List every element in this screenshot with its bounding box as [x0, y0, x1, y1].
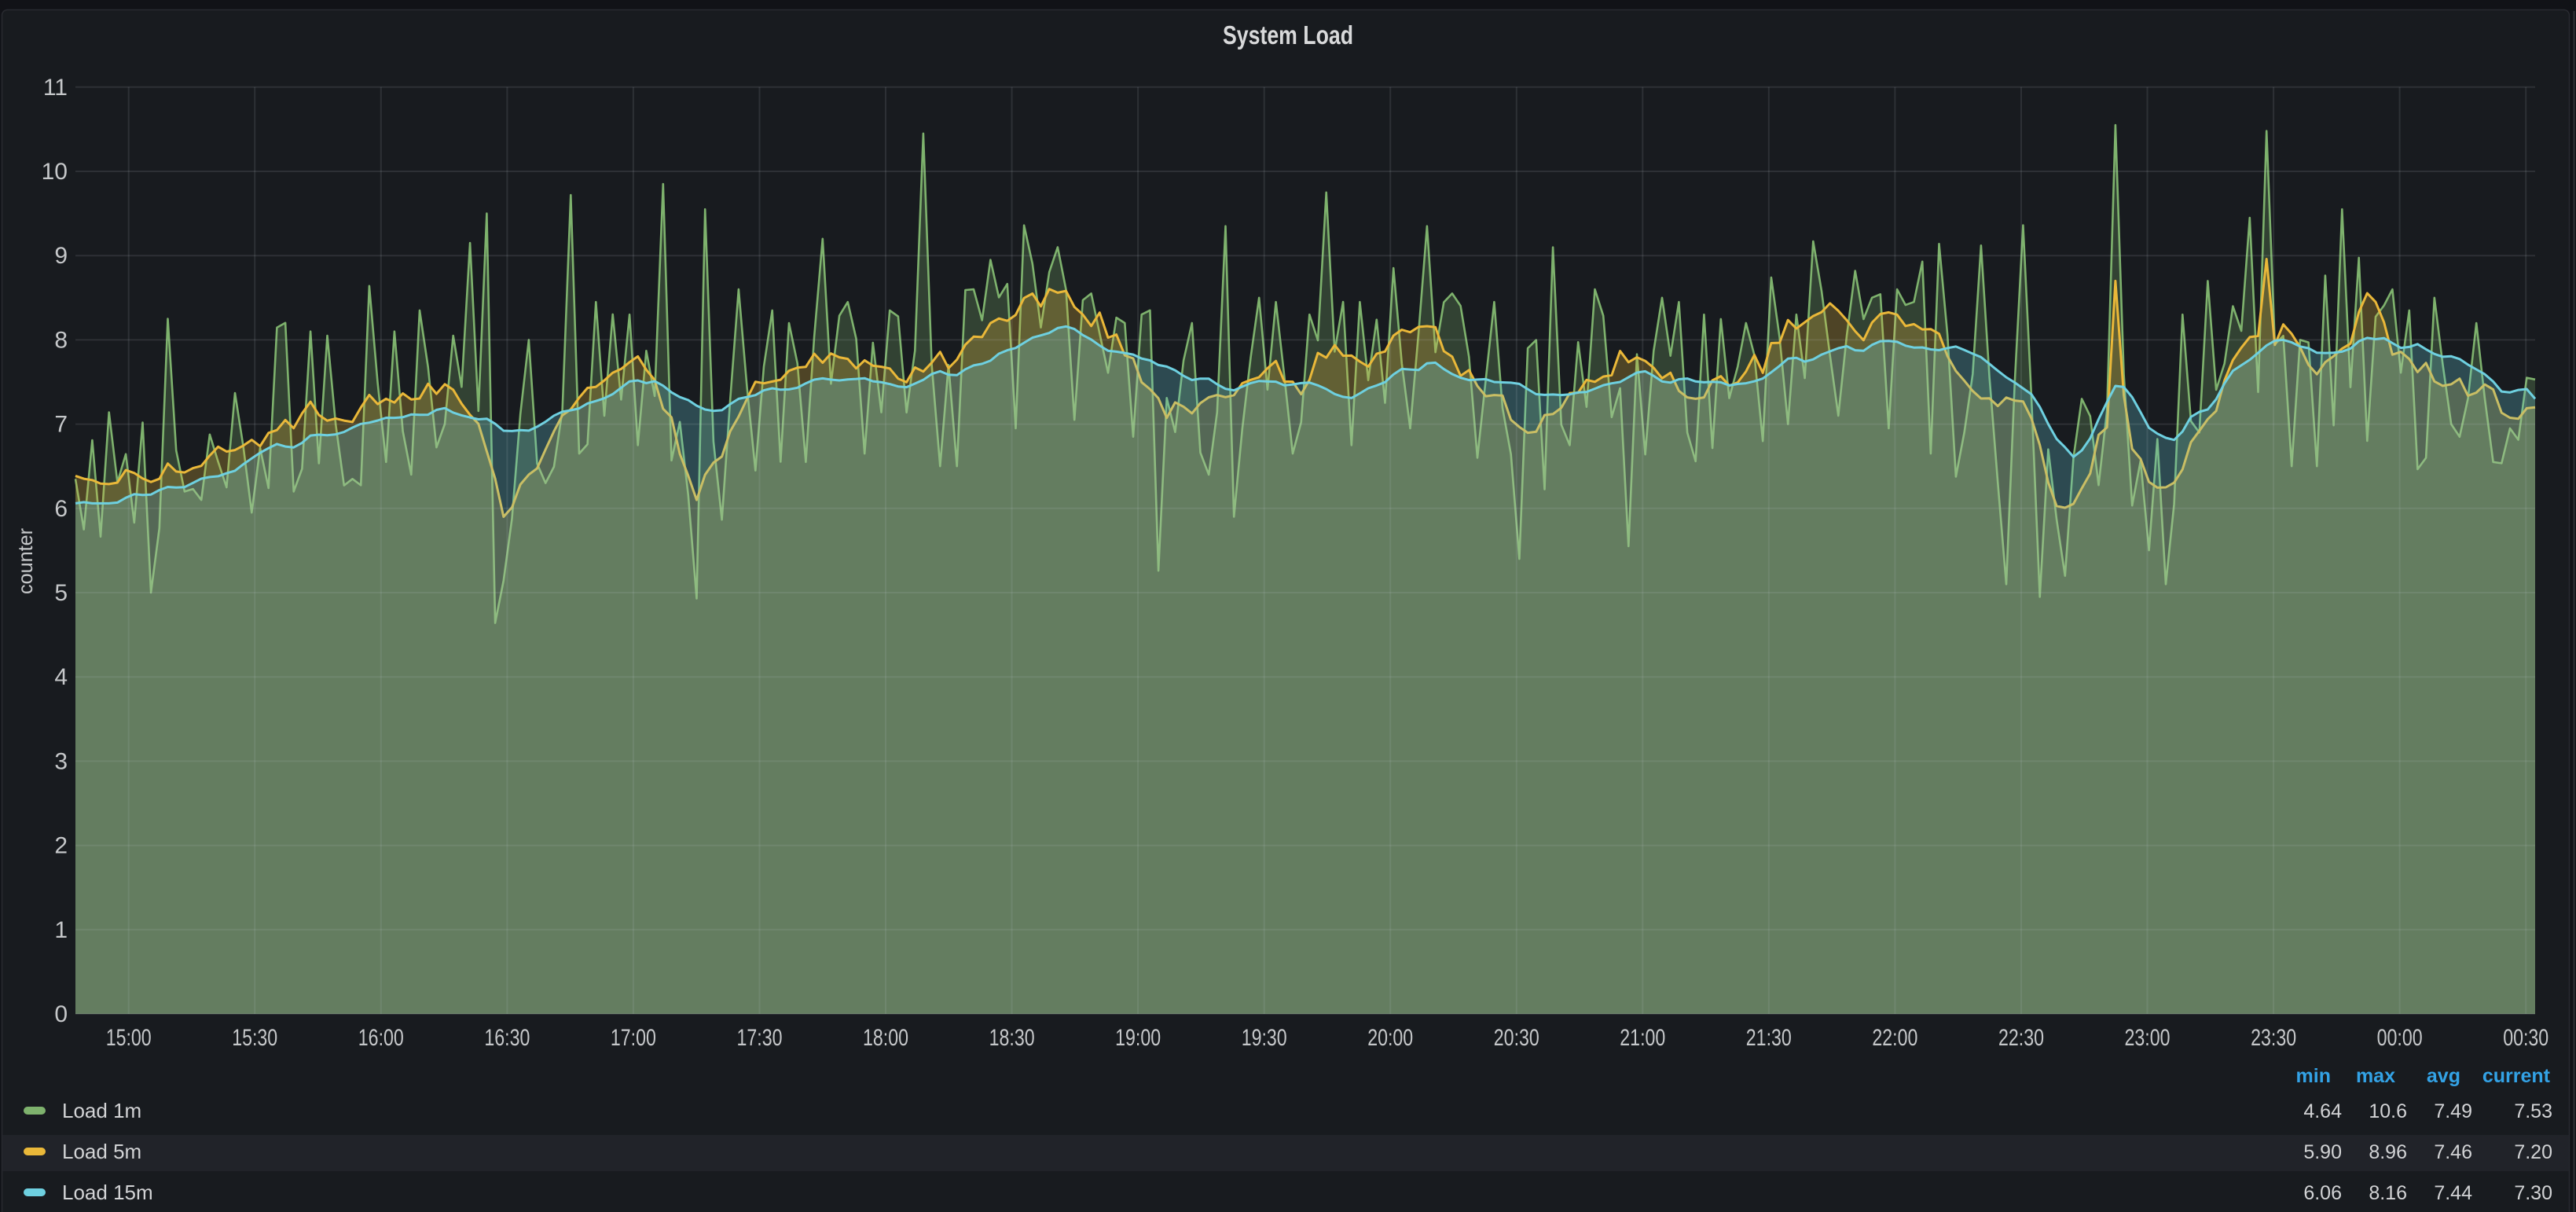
svg-text:6.06: 6.06 — [2303, 1182, 2342, 1204]
svg-text:min: min — [2296, 1065, 2331, 1087]
svg-text:7.49: 7.49 — [2434, 1100, 2472, 1122]
svg-text:5.90: 5.90 — [2303, 1141, 2342, 1163]
svg-text:17:30: 17:30 — [737, 1025, 783, 1051]
svg-text:16:00: 16:00 — [358, 1025, 404, 1051]
svg-text:7.20: 7.20 — [2514, 1141, 2552, 1163]
svg-text:21:00: 21:00 — [1620, 1025, 1665, 1051]
svg-text:22:30: 22:30 — [1998, 1025, 2044, 1051]
svg-text:1: 1 — [54, 917, 68, 943]
svg-text:System Load: System Load — [1223, 20, 1353, 50]
svg-text:15:00: 15:00 — [106, 1025, 152, 1051]
svg-text:00:00: 00:00 — [2377, 1025, 2423, 1051]
svg-text:00:30: 00:30 — [2503, 1025, 2548, 1051]
svg-text:Load 5m: Load 5m — [62, 1140, 141, 1163]
svg-text:21:30: 21:30 — [1746, 1025, 1792, 1051]
svg-text:20:30: 20:30 — [1494, 1025, 1539, 1051]
svg-text:7: 7 — [54, 412, 68, 438]
svg-text:8: 8 — [54, 327, 68, 353]
svg-text:10: 10 — [42, 159, 68, 185]
svg-text:7.53: 7.53 — [2514, 1100, 2552, 1122]
svg-text:9: 9 — [54, 243, 68, 269]
svg-text:10.6: 10.6 — [2369, 1100, 2407, 1122]
svg-text:7.46: 7.46 — [2434, 1141, 2472, 1163]
svg-text:20:00: 20:00 — [1367, 1025, 1413, 1051]
svg-text:3: 3 — [54, 748, 68, 774]
svg-text:max: max — [2356, 1065, 2395, 1087]
svg-text:avg: avg — [2427, 1065, 2460, 1087]
svg-text:15:30: 15:30 — [232, 1025, 277, 1051]
svg-text:current: current — [2482, 1065, 2551, 1087]
svg-text:5: 5 — [54, 580, 68, 606]
svg-text:4.64: 4.64 — [2303, 1100, 2342, 1122]
svg-text:8.16: 8.16 — [2369, 1182, 2407, 1204]
svg-text:18:00: 18:00 — [863, 1025, 908, 1051]
svg-text:19:30: 19:30 — [1242, 1025, 1287, 1051]
svg-text:17:00: 17:00 — [611, 1025, 656, 1051]
svg-text:23:00: 23:00 — [2125, 1025, 2171, 1051]
svg-text:counter: counter — [13, 528, 37, 594]
svg-text:7.44: 7.44 — [2434, 1182, 2472, 1204]
svg-text:6: 6 — [54, 496, 68, 522]
svg-text:11: 11 — [43, 75, 68, 101]
svg-text:2: 2 — [54, 833, 68, 859]
svg-text:4: 4 — [54, 664, 68, 690]
svg-text:Load 1m: Load 1m — [62, 1099, 141, 1122]
svg-text:8.96: 8.96 — [2369, 1141, 2407, 1163]
svg-text:18:30: 18:30 — [989, 1025, 1035, 1051]
svg-text:16:30: 16:30 — [484, 1025, 530, 1051]
svg-text:0: 0 — [54, 1001, 68, 1027]
svg-text:Load 15m: Load 15m — [62, 1181, 153, 1204]
svg-text:22:00: 22:00 — [1872, 1025, 1917, 1051]
svg-text:7.30: 7.30 — [2514, 1182, 2552, 1204]
svg-text:23:30: 23:30 — [2251, 1025, 2296, 1051]
svg-text:19:00: 19:00 — [1115, 1025, 1161, 1051]
